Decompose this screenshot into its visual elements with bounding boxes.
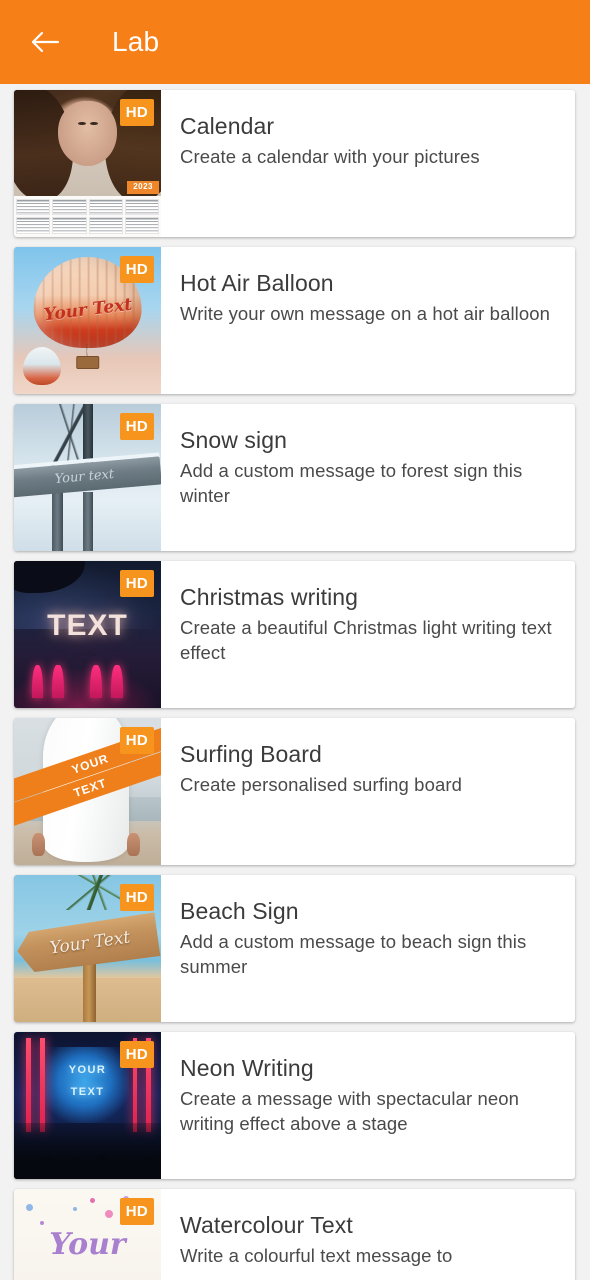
thumbnail-snow-sign: Your text HD	[14, 404, 161, 551]
list-item-description: Write your own message on a hot air ball…	[180, 303, 551, 325]
list-item-title: Beach Sign	[180, 898, 299, 924]
watercolour-sample-text-line1: Your	[49, 1227, 126, 1263]
list-item-body: Hot Air Balloon Write your own message o…	[161, 247, 575, 394]
back-button[interactable]	[22, 19, 68, 65]
list-item-body: Christmas writing Create a beautiful Chr…	[161, 561, 575, 708]
list-item-description: Write a colourful text message to	[180, 1245, 453, 1267]
list-item-title: Christmas writing	[180, 584, 359, 610]
app-bar: Lab	[0, 0, 590, 84]
hd-badge: HD	[119, 256, 154, 283]
list-item-watercolour-text[interactable]: Your Text HD Watercolour Text Write a co…	[14, 1189, 575, 1280]
list-item-body: Surfing Board Create personalised surfin…	[161, 718, 575, 865]
list-item-calendar[interactable]: 2023 HD Calendar Create a calendar with …	[14, 90, 575, 237]
christmas-sample-text: TEXT	[47, 608, 128, 642]
neon-sample-text-line1: YOUR	[68, 1064, 107, 1077]
list-item-title: Surfing Board	[180, 741, 322, 767]
list-item-description: Add a custom message to forest sign this…	[180, 460, 523, 507]
list-item-description: Create a message with spectacular neon w…	[180, 1088, 520, 1135]
list-item-christmas-writing[interactable]: TEXT HD Christmas writing Create a beaut…	[14, 561, 575, 708]
list-item-title: Hot Air Balloon	[180, 270, 334, 296]
hd-badge: HD	[119, 1041, 154, 1068]
list-item-beach-sign[interactable]: Your Text HD Beach Sign Add a custom mes…	[14, 875, 575, 1022]
list-item-title: Neon Writing	[180, 1055, 314, 1081]
hd-badge: HD	[119, 413, 154, 440]
list-item-body: Neon Writing Create a message with spect…	[161, 1032, 575, 1179]
list-item-body: Watercolour Text Write a colourful text …	[161, 1189, 575, 1280]
list-item-description: Create a beautiful Christmas light writi…	[180, 617, 552, 664]
thumbnail-christmas-writing: TEXT HD	[14, 561, 161, 708]
thumbnail-beach-sign: Your Text HD	[14, 875, 161, 1022]
list-item-body: Calendar Create a calendar with your pic…	[161, 90, 575, 237]
hd-badge: HD	[119, 570, 154, 597]
thumbnail-hot-air-balloon: Your Text HD	[14, 247, 161, 394]
list-item-body: Beach Sign Add a custom message to beach…	[161, 875, 575, 1022]
list-item-neon-writing[interactable]: YOUR TEXT HD Neon Writing Create a messa…	[14, 1032, 575, 1179]
page-title: Lab	[112, 26, 160, 57]
calendar-year-label: 2023	[127, 181, 159, 194]
hd-badge: HD	[119, 884, 154, 911]
thumbnail-surfing-board: YOUR TEXT HD	[14, 718, 161, 865]
thumbnail-neon-writing: YOUR TEXT HD	[14, 1032, 161, 1179]
lab-effects-list[interactable]: 2023 HD Calendar Create a calendar with …	[0, 84, 590, 1280]
thumbnail-calendar: 2023 HD	[14, 90, 161, 237]
list-item-description: Create personalised surfing board	[180, 774, 462, 796]
hd-badge: HD	[119, 99, 154, 126]
list-item-hot-air-balloon[interactable]: Your Text HD Hot Air Balloon Write your …	[14, 247, 575, 394]
list-item-description: Create a calendar with your pictures	[180, 146, 480, 168]
list-item-snow-sign[interactable]: Your text HD Snow sign Add a custom mess…	[14, 404, 575, 551]
list-item-surfing-board[interactable]: YOUR TEXT HD Surfing Board Create person…	[14, 718, 575, 865]
neon-sample-text-line2: TEXT	[70, 1086, 105, 1099]
hd-badge: HD	[119, 727, 154, 754]
hd-badge: HD	[119, 1198, 154, 1225]
list-item-body: Snow sign Add a custom message to forest…	[161, 404, 575, 551]
list-item-title: Watercolour Text	[180, 1212, 353, 1238]
list-item-title: Snow sign	[180, 427, 288, 453]
thumbnail-watercolour-text: Your Text HD	[14, 1189, 161, 1280]
arrow-left-icon	[30, 29, 60, 55]
list-item-description: Add a custom message to beach sign this …	[180, 931, 527, 978]
snow-sample-text: Your text	[54, 466, 115, 487]
list-item-title: Calendar	[180, 113, 275, 139]
